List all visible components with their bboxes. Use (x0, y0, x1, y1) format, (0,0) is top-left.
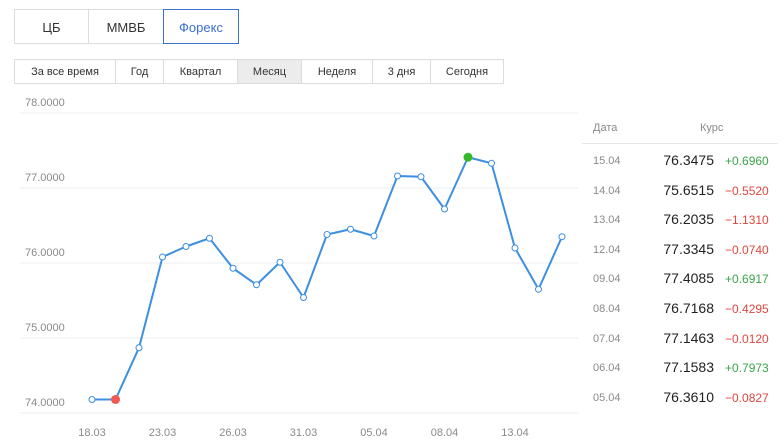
rates-table: Дата Курс 15.04 76.3475 +0.6960 14.04 75.651… (582, 113, 778, 410)
rate-column-header: Курс (700, 122, 724, 134)
rate-value: 77.1583 (663, 359, 714, 376)
period-month[interactable]: Месяц (237, 59, 302, 84)
rate-date: 09.04 (593, 273, 621, 286)
rate-row: 15.04 76.3475 +0.6960 (582, 144, 778, 174)
x-tick-label: 05.04 (360, 427, 388, 439)
x-tick-label: 18.03 (78, 427, 106, 439)
rate-row: 07.04 77.1463 −0.0120 (582, 322, 778, 352)
rate-change: +0.6960 (725, 154, 769, 168)
period-week[interactable]: Неделя (301, 59, 373, 84)
rate-row: 08.04 76.7168 −0.4295 (582, 292, 778, 322)
rate-change: −0.4295 (725, 301, 769, 316)
rate-row: 12.04 77.3345 −0.0740 (582, 233, 778, 263)
data-point (88, 396, 96, 403)
x-tick-label: 13.04 (501, 427, 529, 439)
period-year[interactable]: Год (115, 59, 164, 84)
x-tick-label: 23.03 (149, 427, 177, 439)
rate-value: 77.1463 (663, 329, 714, 346)
data-point (347, 225, 354, 233)
rate-row: 14.04 75.6515 −0.5520 (582, 174, 778, 204)
rate-date: 12.04 (593, 243, 621, 256)
data-point (394, 172, 401, 180)
rate-date: 05.04 (593, 391, 621, 404)
data-point (417, 173, 425, 181)
rate-date: 13.04 (593, 214, 621, 227)
rate-row: 09.04 77.4085 +0.6917 (582, 262, 778, 292)
rate-date: 07.04 (593, 332, 621, 345)
rate-value: 75.6515 (663, 181, 714, 198)
x-tick-label: 31.03 (290, 427, 318, 439)
data-point (511, 244, 519, 252)
rate-value: 76.2035 (663, 211, 714, 228)
data-point (253, 281, 260, 289)
tab-cb[interactable]: ЦБ (14, 9, 89, 44)
y-tick-label: 78.0000 (25, 97, 65, 109)
rate-change: −0.0740 (725, 242, 769, 257)
rates-header: Дата Курс (582, 113, 778, 144)
y-tick-label: 74.0000 (25, 397, 65, 409)
data-point (135, 344, 143, 352)
data-point (159, 253, 166, 261)
series-line (92, 156, 563, 401)
data-point (558, 233, 566, 241)
data-point (182, 243, 190, 250)
rate-date: 08.04 (593, 302, 621, 315)
period-tabs: За все время Год Квартал Месяц Неделя 3 … (14, 59, 504, 84)
rate-date: 15.04 (593, 155, 621, 167)
data-point (370, 232, 378, 240)
rate-change: −1.1310 (725, 213, 769, 228)
data-point (535, 285, 542, 293)
rate-change: −0.5520 (725, 183, 769, 198)
data-point (276, 258, 284, 266)
rate-value: 76.7168 (663, 299, 714, 316)
x-tick-label: 26.03 (219, 427, 247, 439)
rate-row: 13.04 76.2035 −1.1310 (582, 203, 778, 233)
period-all-time[interactable]: За все время (14, 59, 116, 84)
period-quarter[interactable]: Квартал (163, 59, 238, 84)
rate-value: 77.3345 (663, 240, 714, 257)
tab-mmvb[interactable]: ММВБ (88, 9, 164, 44)
rate-change: −0.0827 (725, 390, 769, 405)
source-tabs: ЦБ ММВБ Форекс (14, 9, 239, 44)
rate-value: 77.4085 (663, 270, 714, 287)
rate-change: +0.6917 (725, 272, 769, 287)
y-tick-label: 76.0000 (25, 247, 65, 259)
data-point (488, 159, 495, 167)
rate-value: 76.3610 (663, 388, 714, 405)
data-point (323, 231, 331, 238)
rate-chart: 74.0000 75.0000 76.0000 77.0000 78.0000 18.03… (20, 97, 578, 439)
rate-date: 06.04 (593, 362, 621, 375)
y-tick-label: 77.0000 (25, 172, 65, 184)
y-tick-label: 75.0000 (25, 322, 65, 334)
rate-change: +0.7973 (725, 361, 769, 376)
rate-value: 76.3475 (663, 152, 714, 168)
data-point (229, 264, 237, 272)
rate-row: 06.04 77.1583 +0.7973 (582, 351, 778, 381)
rate-change: −0.0120 (725, 331, 769, 346)
max-point-marker (463, 152, 473, 162)
rate-date: 14.04 (593, 184, 621, 197)
data-point (441, 205, 448, 213)
data-point (300, 294, 307, 301)
period-today[interactable]: Сегодня (430, 59, 504, 84)
date-column-header: Дата (593, 122, 618, 134)
rates-body: 15.04 76.3475 +0.6960 14.04 75.6515 −0.5520 13… (582, 144, 778, 410)
min-point-marker (111, 395, 120, 404)
data-point (206, 234, 213, 242)
period-3-days[interactable]: 3 дня (372, 59, 431, 84)
rate-row: 05.04 76.3610 −0.0827 (582, 381, 778, 411)
x-tick-label: 08.04 (431, 427, 459, 439)
tab-forex[interactable]: Форекс (163, 9, 239, 44)
